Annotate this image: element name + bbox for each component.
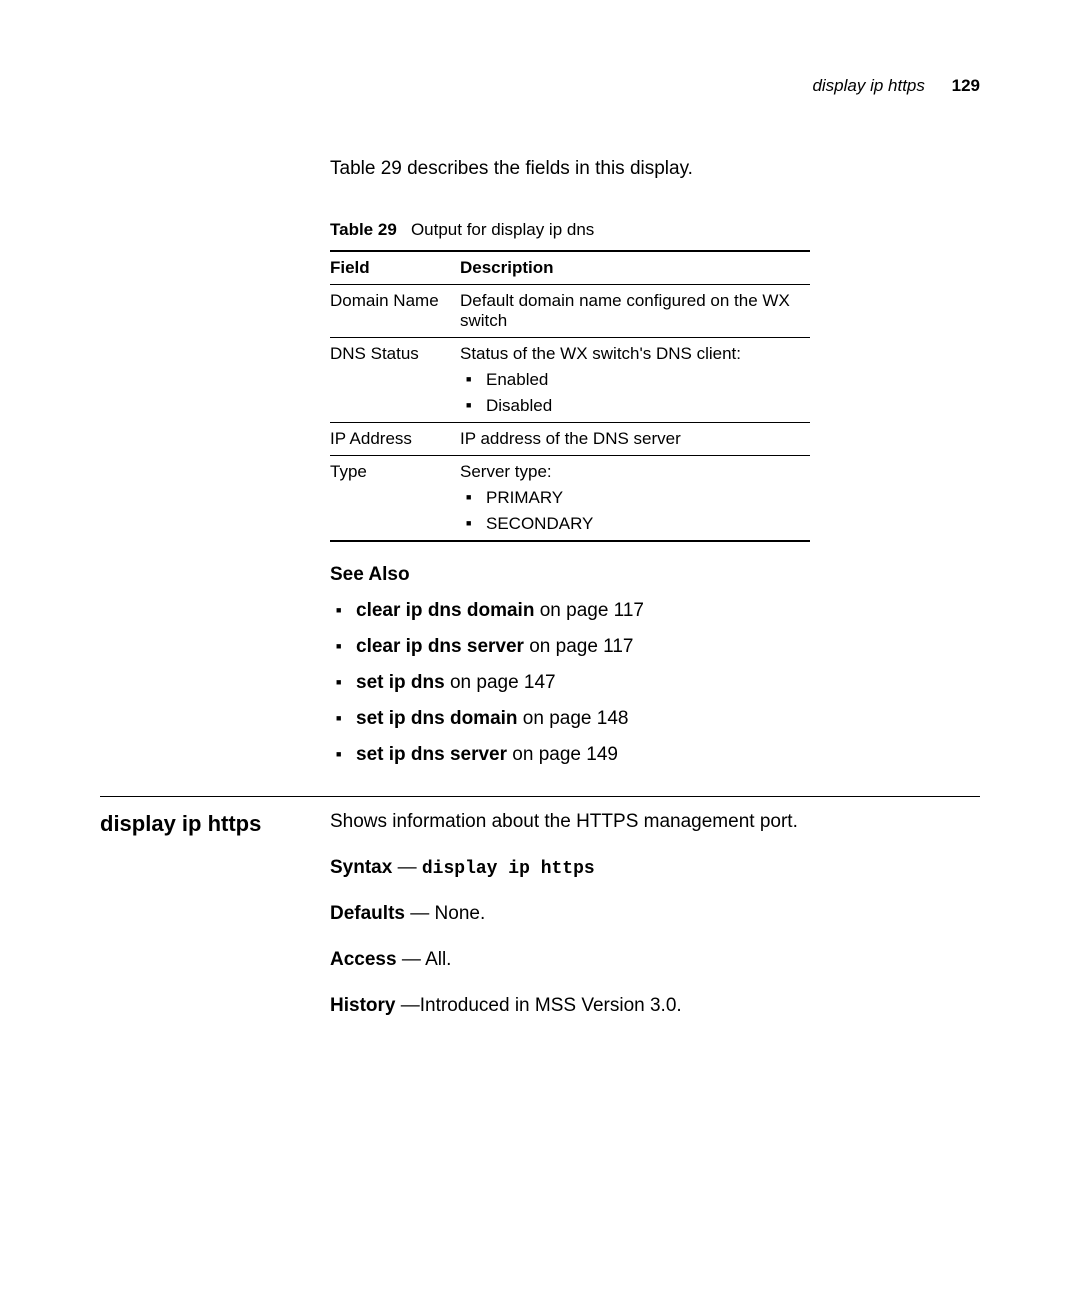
list-item: Disabled <box>460 396 810 416</box>
intro-paragraph: Table 29 describes the fields in this di… <box>330 158 980 180</box>
col-header-description: Description <box>460 251 810 285</box>
list-item: Enabled <box>460 370 810 390</box>
cell-desc: Status of the WX switch's DNS client: En… <box>460 338 810 423</box>
list-item: set ip dns domain on page 148 <box>330 708 980 730</box>
cell-field: IP Address <box>330 423 460 456</box>
table-caption-text: Output for display ip dns <box>411 220 594 239</box>
output-table: Field Description Domain Name Default do… <box>330 250 810 542</box>
col-header-field: Field <box>330 251 460 285</box>
list-item: clear ip dns domain on page 117 <box>330 600 980 622</box>
section-divider <box>100 796 980 797</box>
see-also-list: clear ip dns domain on page 117 clear ip… <box>330 600 980 766</box>
cell-desc: Server type: PRIMARY SECONDARY <box>460 456 810 542</box>
cell-field: Type <box>330 456 460 542</box>
list-item: clear ip dns server on page 117 <box>330 636 980 658</box>
history-line: History —Introduced in MSS Version 3.0. <box>330 995 980 1017</box>
list-item: set ip dns on page 147 <box>330 672 980 694</box>
see-also-heading: See Also <box>330 564 980 586</box>
table-caption: Table 29 Output for display ip dns <box>330 220 980 240</box>
cell-desc: Default domain name configured on the WX… <box>460 285 810 338</box>
table-row: DNS Status Status of the WX switch's DNS… <box>330 338 810 423</box>
list-item: set ip dns server on page 149 <box>330 744 980 766</box>
command-name: display ip https <box>100 811 330 837</box>
cell-field: DNS Status <box>330 338 460 423</box>
cell-desc: IP address of the DNS server <box>460 423 810 456</box>
syntax-line: Syntax — display ip https <box>330 857 980 879</box>
table-row: Domain Name Default domain name configur… <box>330 285 810 338</box>
table-caption-label: Table 29 <box>330 220 397 239</box>
table-row: IP Address IP address of the DNS server <box>330 423 810 456</box>
list-item: SECONDARY <box>460 514 810 534</box>
page-header: display ip https 129 <box>100 76 980 96</box>
page-number: 129 <box>952 76 980 95</box>
cell-field: Domain Name <box>330 285 460 338</box>
header-title: display ip https <box>812 76 924 95</box>
access-line: Access — All. <box>330 949 980 971</box>
list-item: PRIMARY <box>460 488 810 508</box>
defaults-line: Defaults — None. <box>330 903 980 925</box>
command-description: Shows information about the HTTPS manage… <box>330 811 980 833</box>
table-row: Type Server type: PRIMARY SECONDARY <box>330 456 810 542</box>
